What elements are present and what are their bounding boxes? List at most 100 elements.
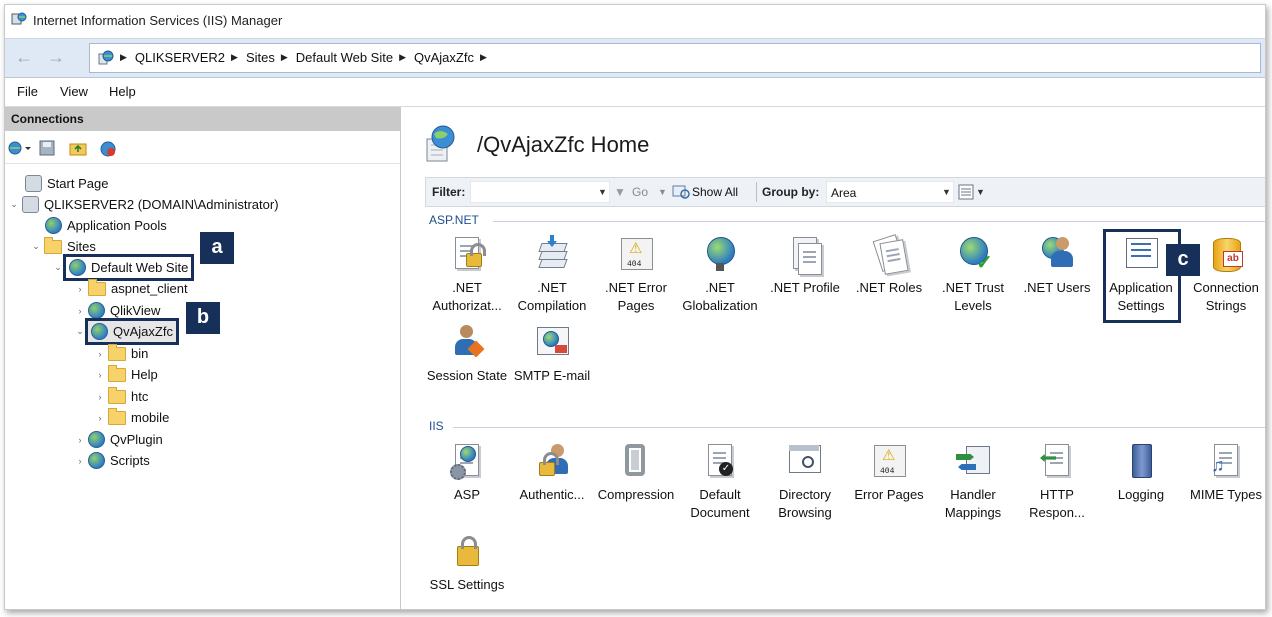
- feature-net-compilation[interactable]: .NET Compilation: [510, 235, 594, 315]
- directory-browsing-icon: [786, 442, 824, 480]
- breadcrumb-item-qvajaxzfc[interactable]: QvAjaxZfc: [414, 50, 474, 65]
- feature-http-response-headers[interactable]: HTTP Respon...: [1015, 442, 1099, 522]
- expand-chevron-icon[interactable]: ›: [75, 456, 85, 466]
- start-page-icon: [25, 175, 42, 192]
- feature-mime-types[interactable]: ♫ MIME Types: [1184, 442, 1265, 504]
- view-mode-dropdown-icon[interactable]: ▼: [976, 187, 985, 197]
- callout-badge-a: a: [200, 232, 234, 264]
- expand-chevron-icon[interactable]: ›: [95, 392, 105, 402]
- group-by-select[interactable]: Area: [826, 181, 954, 203]
- tree-label: aspnet_client: [111, 281, 188, 296]
- feature-label: Pages: [617, 298, 655, 313]
- tree-node-bin[interactable]: › bin: [95, 343, 148, 364]
- tree-node-scripts[interactable]: › Scripts: [75, 450, 150, 471]
- menu-view[interactable]: View: [60, 84, 88, 99]
- feature-label: .NET Roles: [855, 280, 923, 295]
- tree-node-server[interactable]: ⌄ QLIKSERVER2 (DOMAIN\Administrator): [9, 194, 279, 215]
- feature-error-pages[interactable]: Error Pages: [847, 442, 931, 504]
- connect-icon[interactable]: [7, 140, 35, 156]
- menu-file[interactable]: File: [17, 84, 38, 99]
- collapse-chevron-icon[interactable]: ⌄: [31, 241, 41, 252]
- feature-net-users[interactable]: .NET Users: [1015, 235, 1099, 297]
- go-button[interactable]: Go: [632, 185, 648, 199]
- expand-chevron-icon[interactable]: ›: [95, 413, 105, 423]
- collapse-chevron-icon[interactable]: ⌄: [9, 199, 19, 210]
- application-globe-icon: [88, 431, 105, 448]
- tree-node-qvajaxzfc[interactable]: ⌄ QvAjaxZfc: [75, 318, 179, 345]
- go-funnel-icon[interactable]: ▼: [614, 185, 626, 199]
- tree-node-default-web-site[interactable]: ⌄ Default Web Site: [53, 254, 195, 281]
- net-roles-icon: [870, 234, 909, 275]
- expand-chevron-icon[interactable]: ›: [95, 370, 105, 380]
- feature-directory-browsing[interactable]: Directory Browsing: [763, 442, 847, 522]
- back-arrow-icon[interactable]: ←: [13, 47, 35, 69]
- filter-dropdown-icon[interactable]: ▼: [598, 187, 607, 197]
- view-mode-icon[interactable]: [958, 184, 974, 200]
- net-users-icon: [1038, 235, 1076, 273]
- show-all-button[interactable]: Show All: [692, 185, 738, 199]
- expand-chevron-icon[interactable]: ›: [75, 435, 85, 445]
- breadcrumb-item-server[interactable]: QLIKSERVER2: [135, 50, 225, 65]
- feature-session-state[interactable]: Session State: [425, 323, 509, 385]
- feature-net-trust-levels[interactable]: ✓ .NET Trust Levels: [931, 235, 1015, 315]
- section-divider: [493, 221, 1265, 222]
- net-authorization-icon: [448, 235, 486, 273]
- address-bar: ← → ▶ QLIKSERVER2 ▶ Sites ▶ Default Web …: [5, 38, 1265, 78]
- feature-handler-mappings[interactable]: Handler Mappings: [931, 442, 1015, 522]
- feature-net-profile[interactable]: .NET Profile: [763, 235, 847, 297]
- breadcrumb-separator-icon[interactable]: ▶: [399, 52, 406, 63]
- tree-node-help[interactable]: › Help: [95, 364, 158, 385]
- feature-default-document[interactable]: ✓ Default Document: [678, 442, 762, 522]
- feature-net-error-pages[interactable]: .NET Error Pages: [594, 235, 678, 315]
- feature-label: Levels: [954, 298, 992, 313]
- feature-label: MIME Types: [1189, 487, 1262, 502]
- tree-node-start-page[interactable]: Start Page: [25, 173, 108, 194]
- feature-ssl-settings[interactable]: SSL Settings: [425, 532, 509, 594]
- feature-compression[interactable]: Compression: [594, 442, 678, 504]
- tree-label: htc: [131, 389, 149, 404]
- expand-chevron-icon[interactable]: ›: [75, 306, 85, 316]
- tree-node-aspnet-client[interactable]: › aspnet_client: [75, 278, 188, 299]
- filter-input[interactable]: [470, 181, 610, 203]
- go-dropdown-icon[interactable]: ▼: [658, 187, 667, 197]
- up-folder-icon[interactable]: [69, 140, 87, 156]
- feature-net-authorization[interactable]: .NET Authorizat...: [425, 235, 509, 315]
- breadcrumb-item-default-web-site[interactable]: Default Web Site: [296, 50, 393, 65]
- authentication-icon: [533, 442, 571, 480]
- breadcrumb-separator-icon[interactable]: ▶: [281, 52, 288, 63]
- tree-node-qvplugin[interactable]: › QvPlugin: [75, 429, 163, 450]
- disconnect-icon[interactable]: [99, 140, 117, 158]
- feature-asp[interactable]: ASP: [425, 442, 509, 504]
- menu-help[interactable]: Help: [109, 84, 136, 99]
- tree-node-mobile[interactable]: › mobile: [95, 407, 169, 428]
- breadcrumb-separator-icon[interactable]: ▶: [231, 52, 238, 63]
- feature-smtp-email[interactable]: SMTP E-mail: [510, 323, 594, 385]
- error-pages-icon: [870, 442, 908, 481]
- feature-label: Handler: [950, 487, 996, 502]
- group-by-dropdown-icon[interactable]: ▼: [942, 187, 951, 197]
- feature-net-globalization[interactable]: .NET Globalization: [678, 235, 762, 315]
- breadcrumb[interactable]: ▶ QLIKSERVER2 ▶ Sites ▶ Default Web Site…: [89, 43, 1261, 73]
- tree-node-htc[interactable]: › htc: [95, 386, 148, 407]
- section-iis: IIS: [429, 419, 1265, 435]
- callout-badge-b: b: [186, 302, 220, 334]
- feature-authentication[interactable]: Authentic...: [510, 442, 594, 504]
- feature-connection-strings[interactable]: Connection Strings: [1184, 235, 1265, 315]
- breadcrumb-item-sites[interactable]: Sites: [246, 50, 275, 65]
- tree-node-application-pools[interactable]: Application Pools: [45, 215, 167, 236]
- feature-label: Respon...: [1029, 505, 1085, 520]
- save-icon[interactable]: [39, 140, 55, 156]
- feature-net-roles[interactable]: .NET Roles: [847, 234, 931, 297]
- breadcrumb-separator-icon[interactable]: ▶: [480, 52, 487, 63]
- collapse-chevron-icon[interactable]: ⌄: [53, 262, 63, 273]
- handler-mappings-icon: [954, 442, 992, 480]
- feature-label: Directory: [778, 487, 831, 502]
- collapse-chevron-icon[interactable]: ⌄: [75, 326, 85, 337]
- feature-logging[interactable]: Logging: [1099, 442, 1183, 504]
- expand-chevron-icon[interactable]: ›: [75, 284, 85, 294]
- forward-arrow-icon[interactable]: →: [45, 47, 67, 69]
- feature-label: Session State: [426, 368, 508, 383]
- show-all-icon[interactable]: [672, 185, 690, 199]
- expand-chevron-icon[interactable]: ›: [95, 349, 105, 359]
- filter-label: Filter:: [432, 185, 466, 199]
